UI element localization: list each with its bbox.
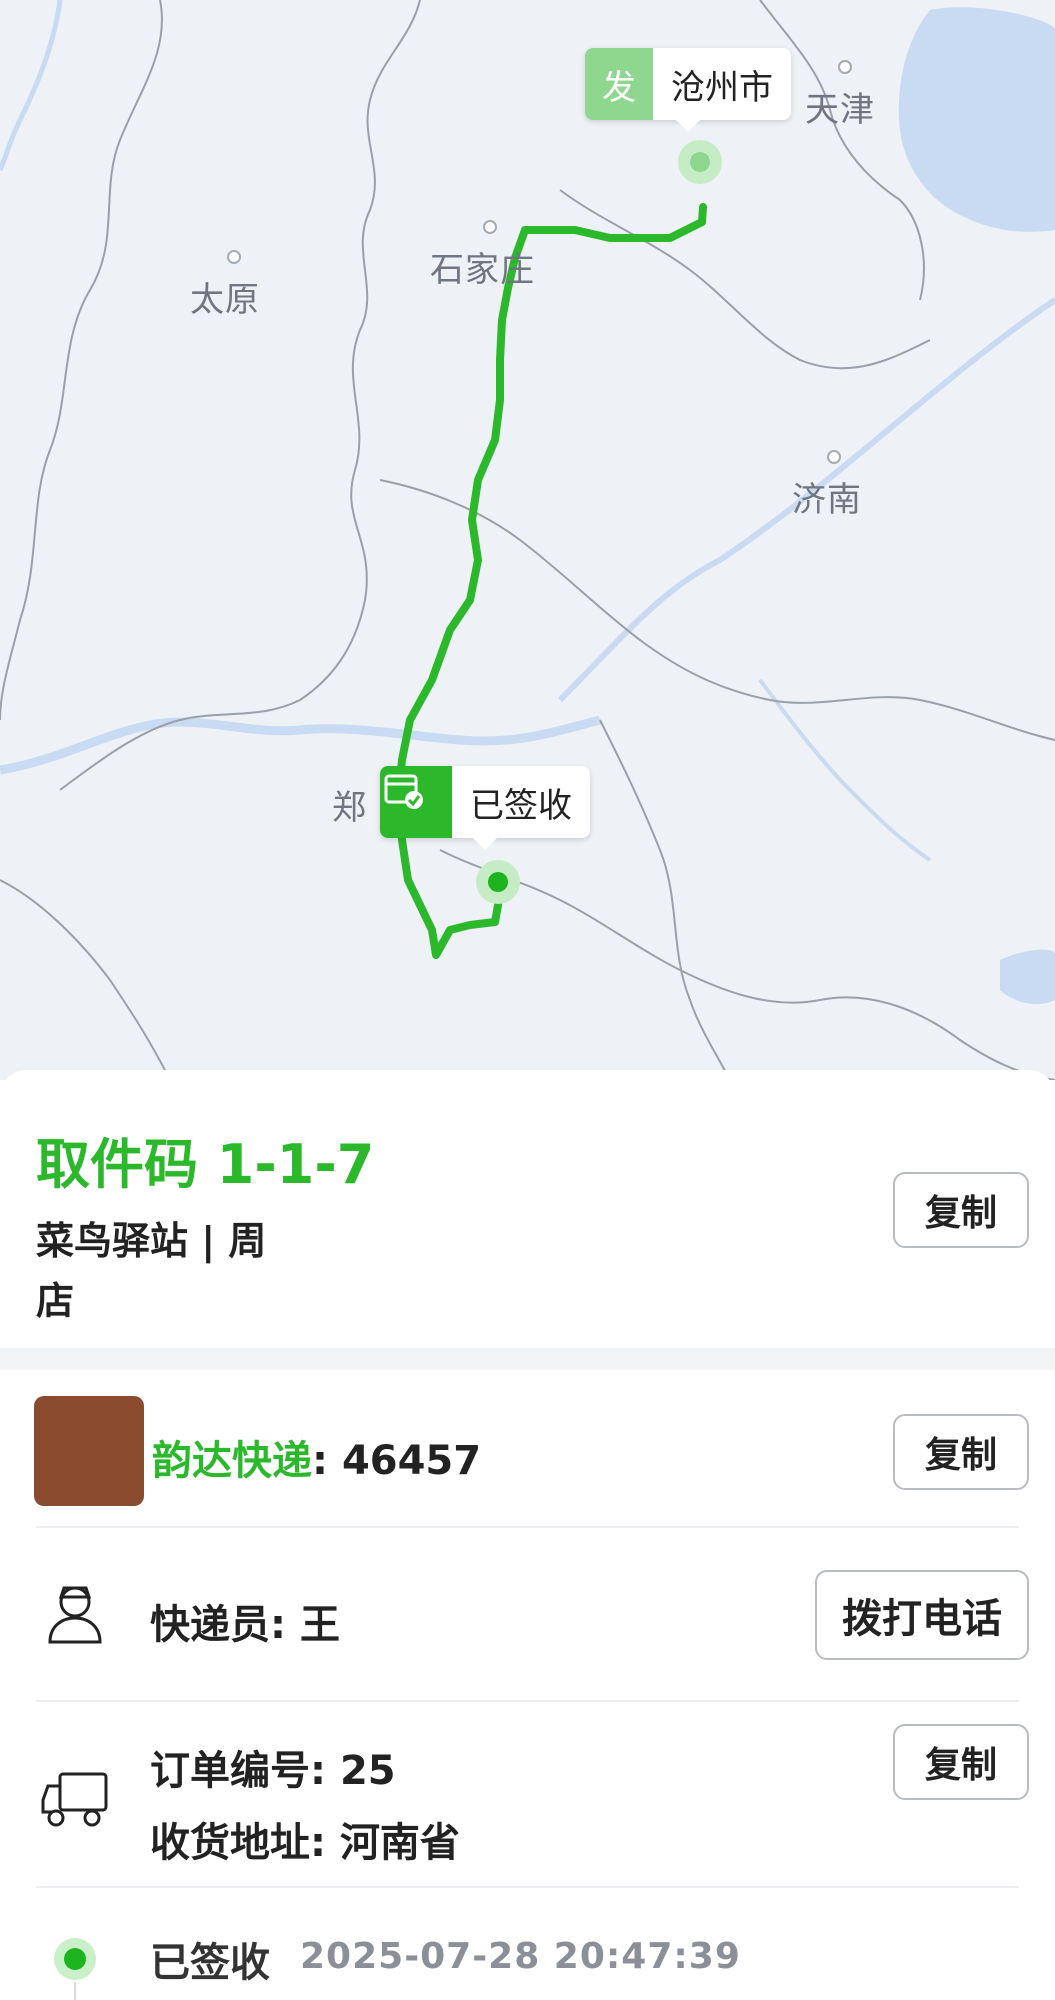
origin-city-label: 沧州市 <box>671 67 773 108</box>
pickup-code: 取件码 1-1-7 <box>36 1133 375 1196</box>
address-value: 河南省 <box>339 1820 460 1866</box>
courier-line: 快递员: 王 <box>150 1592 340 1650</box>
status-label: 已签收 <box>150 1940 270 1986</box>
copy-tracking-button[interactable]: 复制 <box>893 1414 1029 1490</box>
city-label-shijiazhuang: 石家庄 <box>430 250 535 290</box>
sea-area <box>898 7 1055 232</box>
order-number-value: 25 <box>339 1748 396 1794</box>
pickup-station: 菜鸟驿站 | 周 <box>36 1219 267 1263</box>
tracking-number-line: 韵达快递: 46457 <box>152 1428 481 1486</box>
status-time: 2025-07-28 20:47:39 <box>300 1936 741 1977</box>
city-dot-taiyuan <box>227 250 241 264</box>
timeline-line <box>74 1982 76 2000</box>
origin-pin[interactable] <box>678 140 722 184</box>
province-borders <box>0 0 1055 1080</box>
address-line: 收货地址: 河南省 <box>150 1810 460 1868</box>
order-number-line: 订单编号: 25 <box>150 1738 396 1796</box>
city-dot-shijiazhuang <box>483 220 497 234</box>
row-divider <box>36 1886 1019 1888</box>
river-west <box>0 0 63 172</box>
address-label: 收货地址: <box>150 1820 326 1866</box>
carrier-logo-icon <box>34 1396 144 1506</box>
call-courier-button[interactable]: 拨打电话 <box>815 1570 1029 1660</box>
package-signed-icon <box>380 766 452 838</box>
row-divider <box>36 1700 1019 1702</box>
origin-tag: 发 <box>585 48 653 120</box>
map-view[interactable]: 太原 石家庄 天津 济南 郑 发 沧州市 已签收 <box>0 0 1055 1080</box>
order-number-label: 订单编号: <box>150 1748 326 1794</box>
lake-area <box>1000 949 1055 1005</box>
city-dot-tianjin <box>838 60 852 74</box>
status-dot-icon <box>54 1938 96 1980</box>
yellow-river <box>0 715 602 775</box>
courier-icon <box>42 1580 108 1646</box>
courier-label: 快递员: <box>150 1602 286 1648</box>
city-dot-jinan <box>827 450 841 464</box>
carrier-name: 韵达快递 <box>152 1438 312 1484</box>
city-label-jinan: 济南 <box>792 480 862 520</box>
destination-status-label: 已签收 <box>470 785 572 826</box>
city-label-tianjin: 天津 <box>805 90 875 130</box>
courier-name: 王 <box>299 1602 340 1648</box>
truck-icon <box>40 1770 110 1827</box>
section-divider <box>0 1348 1055 1370</box>
river-southeast <box>758 678 932 862</box>
copy-pickup-code-button[interactable]: 复制 <box>893 1172 1029 1248</box>
destination-pin[interactable] <box>476 860 520 904</box>
copy-order-button[interactable]: 复制 <box>893 1724 1029 1800</box>
destination-callout[interactable]: 已签收 <box>380 766 590 850</box>
row-divider <box>36 1526 1019 1528</box>
origin-callout[interactable]: 发 沧州市 <box>585 48 791 132</box>
map-canvas <box>0 0 1055 1080</box>
pickup-station-line2: 店 <box>36 1279 75 1323</box>
city-label-taiyuan: 太原 <box>190 280 260 320</box>
tracking-separator: : <box>312 1438 328 1484</box>
tracking-number: 46457 <box>341 1438 482 1484</box>
city-label-zhengzhou: 郑 <box>332 788 367 828</box>
